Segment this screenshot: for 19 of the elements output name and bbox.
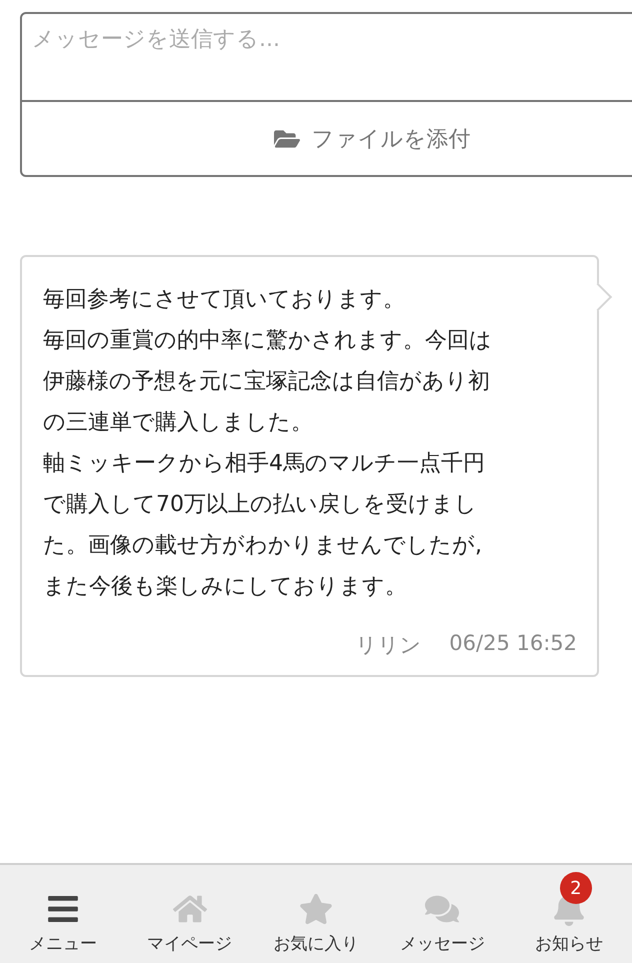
message-author: リリン bbox=[355, 632, 422, 659]
message-line: また今後も楽しみにしております。 bbox=[43, 573, 407, 601]
notification-badge: 2 bbox=[560, 872, 592, 904]
message-input[interactable]: メッセージを送信する... bbox=[20, 12, 632, 102]
nav-item[interactable]: マイページ bbox=[126, 865, 253, 963]
attach-file-button[interactable]: ファイルを添付 bbox=[20, 102, 632, 177]
star-icon bbox=[298, 892, 333, 926]
message-line: 軸ミッキークから相手4馬のマルチ一点千円 bbox=[43, 450, 485, 478]
message-line: た。画像の載せ方がわかりませんでしたが, bbox=[43, 532, 482, 560]
message-line: で購入して70万以上の払い戻しを受けまし bbox=[43, 491, 477, 519]
message-time: 06/25 16:52 bbox=[449, 631, 577, 657]
message-line: 伊藤様の予想を元に宝塚記念は自信があり初 bbox=[43, 368, 490, 396]
nav-item[interactable]: 2 お知らせ bbox=[506, 865, 632, 963]
nav-item[interactable]: メッセージ bbox=[379, 865, 506, 963]
message-line: の三連単で購入しました。 bbox=[43, 409, 313, 437]
message-line: 毎回の重賞の的中率に驚かされます。今回は bbox=[43, 327, 492, 355]
nav-item[interactable]: メニュー bbox=[0, 865, 126, 963]
nav-item[interactable]: お気に入り bbox=[252, 865, 380, 963]
message-line: 毎回参考にさせて頂いております。 bbox=[43, 286, 405, 314]
